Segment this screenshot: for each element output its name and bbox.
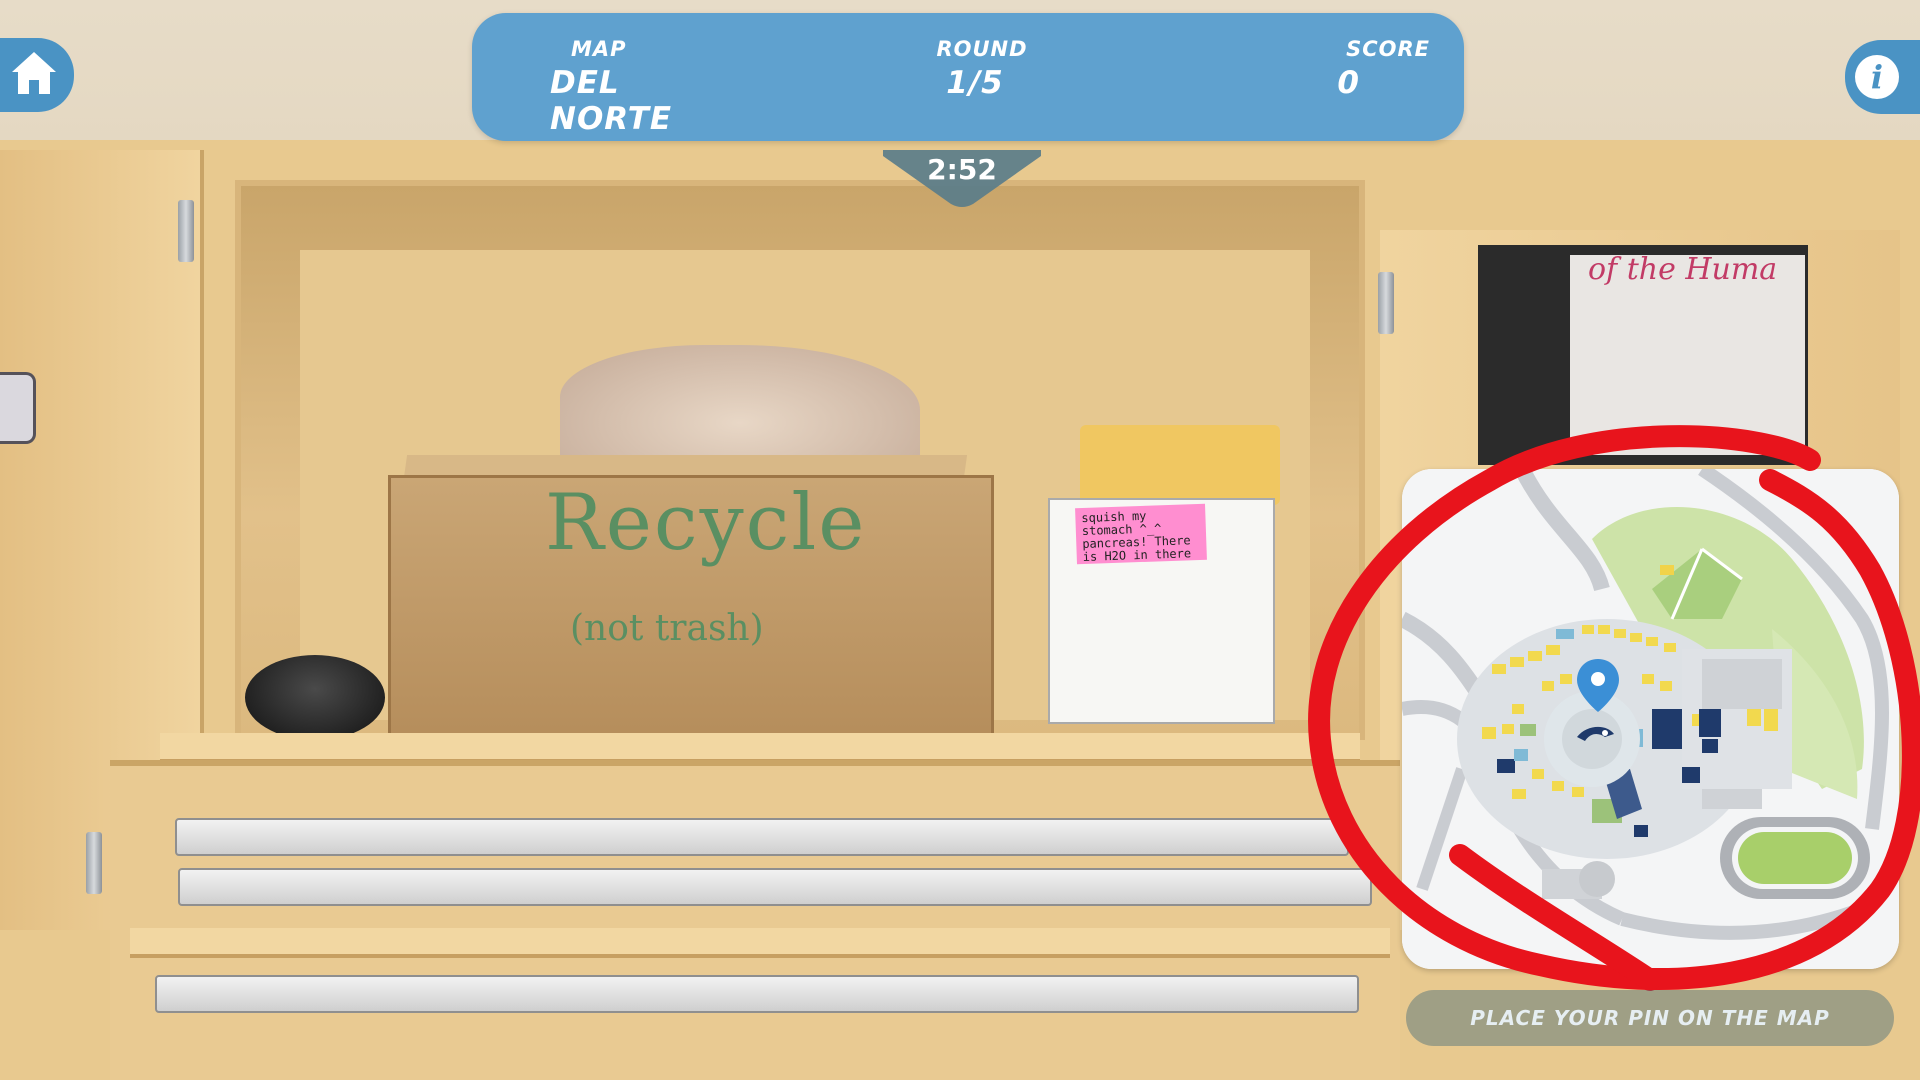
box-label-recycle: Recycle [545, 478, 867, 568]
shelf [160, 733, 1360, 763]
info-icon: i [1855, 55, 1899, 99]
dumbbell-weight [245, 655, 385, 740]
left-edge-object [0, 372, 36, 444]
game-screen: Recycle (not trash) squish my stomach ^_… [0, 0, 1920, 1080]
lower-cabinet [110, 760, 1400, 1080]
place-pin-button[interactable]: PLACE YOUR PIN ON THE MAP [1406, 990, 1894, 1046]
score-value: 0 [1337, 65, 1360, 101]
round-info: ROUND 1/5 [852, 37, 1112, 101]
score-label: SCORE [1346, 37, 1430, 61]
home-button[interactable] [0, 38, 74, 112]
minimap[interactable] [1402, 469, 1899, 969]
map-label: MAP [571, 37, 627, 61]
round-label: ROUND [936, 37, 1028, 61]
hinge [1378, 272, 1394, 334]
hinge [178, 200, 194, 262]
poster-title: of the Huma [1588, 252, 1778, 287]
home-icon [8, 48, 60, 102]
stacked-panel [175, 818, 1349, 856]
map-name: DEL NORTE [550, 65, 673, 137]
box-item [1080, 425, 1280, 505]
hinge [86, 832, 102, 894]
shelf [130, 928, 1390, 958]
map-info: MAP DEL NORTE [550, 37, 750, 137]
sticky-note: squish my stomach ^_^ pancreas! There is… [1075, 503, 1207, 565]
stacked-panel [178, 868, 1372, 906]
info-button[interactable]: i [1845, 40, 1920, 114]
campus-map[interactable] [1402, 469, 1899, 969]
timer-value: 2:52 [927, 153, 997, 186]
round-value: 1/5 [946, 65, 1004, 101]
stacked-panel [155, 975, 1359, 1013]
box-label-not-trash: (not trash) [570, 608, 764, 649]
score-info: SCORE 0 [1192, 37, 1430, 101]
hud-bar: MAP DEL NORTE ROUND 1/5 SCORE 0 [472, 13, 1464, 141]
